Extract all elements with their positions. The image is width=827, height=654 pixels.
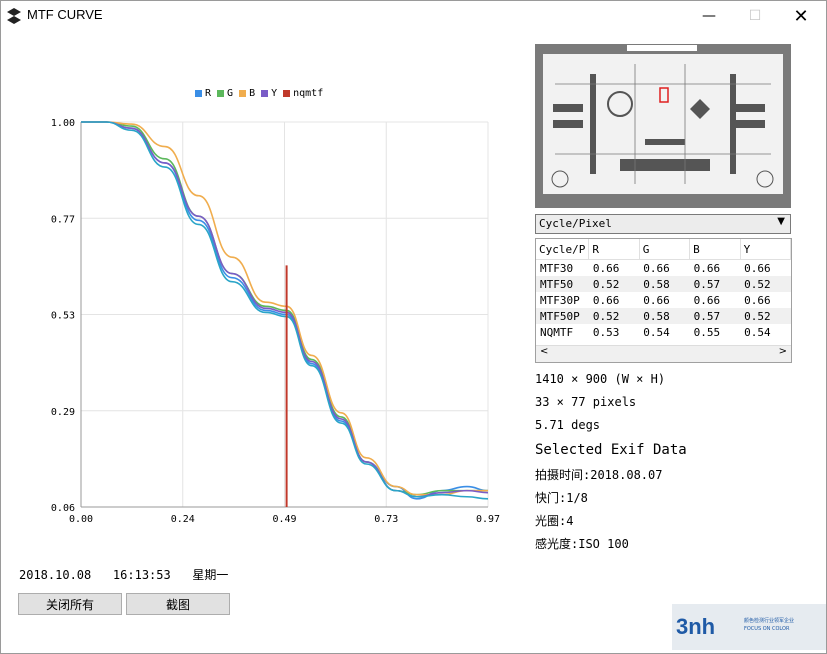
table-header-cell[interactable]: R [588, 239, 640, 260]
table-row[interactable]: MTF30P 0.66 0.66 0.66 0.66 [536, 292, 791, 308]
table-cell: MTF50 [536, 276, 589, 292]
table-header-row: Cycle/P R G B Y [536, 239, 791, 260]
x-tick-label: 0.49 [272, 514, 296, 525]
table-cell: 0.66 [693, 293, 721, 307]
table-cell: 0.66 [693, 261, 721, 275]
screenshot-button[interactable]: 截图 [126, 593, 230, 615]
table-cell: 0.54 [643, 325, 670, 339]
table-cell: 0.54 [744, 325, 771, 339]
mtf-chart: 0.00 0.24 0.49 0.73 0.97 1.00 0.77 0.53 0.29 0.06 [51, 118, 500, 525]
table-cell: 0.57 [689, 276, 741, 292]
logo-tagline: 颜色检测行业领军企业 [744, 618, 795, 624]
table-cell: 0.53 [592, 325, 620, 339]
table-cell: NQMTF [540, 325, 574, 339]
table-row[interactable]: MTF30 0.66 0.66 0.66 0.66 [536, 260, 791, 277]
exif-title: Selected Exif Data [535, 442, 687, 458]
table-header-cell[interactable]: Cycle/P [536, 239, 590, 260]
table-cell: 0.66 [744, 293, 771, 307]
table-header-cell[interactable]: B [689, 239, 741, 260]
y-tick-label: 0.53 [51, 311, 75, 322]
unit-select[interactable]: Cycle/Pixel ▼ [535, 214, 791, 234]
exif-aperture: 光圈:4 [535, 514, 574, 528]
table-cell: MTF50P [536, 308, 589, 324]
table-cell: 0.52 [588, 308, 640, 324]
mtf-table: Cycle/P R G B Y MTF30 0.66 0.66 0.66 0.66 MTF50 0.… [535, 238, 792, 363]
exif-iso: 感光度:ISO 100 [535, 537, 629, 551]
table-header-cell[interactable]: Y [740, 239, 791, 260]
y-tick-label: 0.29 [51, 407, 75, 418]
x-tick-label: 0.97 [476, 514, 500, 525]
table-cell: 0.66 [744, 261, 771, 275]
table-header-cell[interactable]: G [639, 239, 691, 260]
table-cell: 0.52 [588, 276, 640, 292]
window-title: MTF CURVE [27, 7, 103, 22]
table-row[interactable]: MTF50 0.52 0.58 0.57 0.52 [536, 276, 791, 292]
exif-shutter: 快门:1/8 [535, 491, 588, 505]
unit-select-value: Cycle/Pixel [539, 217, 612, 230]
logo-subtagline: FOCUS ON COLOR [744, 626, 790, 632]
exif-capture-time: 拍摄时间:2018.08.07 [535, 468, 663, 482]
x-tick-label: 0.73 [374, 514, 398, 525]
table-row[interactable]: MTF50P 0.52 0.58 0.57 0.52 [536, 308, 791, 324]
table-cell: 0.52 [740, 276, 791, 292]
brand-logo: 3nh 颜色检测行业领军企业 FOCUS ON COLOR [672, 604, 826, 650]
test-chart-thumbnail[interactable] [535, 44, 791, 208]
horizontal-scrollbar[interactable]: < > [536, 345, 791, 362]
maximize-button[interactable]: ☐ [732, 1, 778, 31]
table-cell: 0.66 [643, 261, 670, 275]
image-resolution: 1410 × 900 (W × H) [535, 372, 666, 386]
table-cell: MTF30 [540, 261, 574, 275]
table-cell: 0.52 [740, 308, 791, 324]
table-row[interactable]: NQMTF 0.53 0.54 0.55 0.54 [536, 324, 791, 340]
table-cell: 0.66 [592, 261, 620, 275]
datetime-readout: 2018.10.08 16:13:53 星期一 [19, 568, 229, 582]
y-tick-label: 1.00 [51, 118, 75, 129]
title-bar[interactable]: MTF CURVE — ☐ ✕ [1, 1, 826, 31]
y-tick-label: 0.06 [51, 503, 75, 514]
close-all-button[interactable]: 关闭所有 [18, 593, 122, 615]
mtf-window: MTF CURVE — ☐ ✕ R G B Ynqmtf 0.00 0.24 0.49 0.… [0, 0, 827, 654]
table-cell: 0.57 [689, 308, 741, 324]
table-cell: 0.66 [643, 293, 670, 307]
roi-size: 33 × 77 pixels [535, 395, 637, 409]
minimize-button[interactable]: — [686, 1, 732, 31]
table-cell: 0.55 [693, 325, 721, 339]
table-cell: 0.66 [592, 293, 620, 307]
table-cell: 0.58 [639, 276, 690, 292]
chevron-down-icon[interactable]: ▼ [777, 216, 785, 227]
scroll-right-icon[interactable]: > [779, 346, 787, 357]
logo-wordmark: 3nh [676, 614, 716, 639]
table-cell: 0.58 [639, 308, 690, 324]
app-logo-icon [7, 8, 21, 24]
edge-angle: 5.71 degs [535, 418, 601, 432]
table-cell: MTF30P [540, 293, 580, 307]
x-tick-label: 0.24 [171, 514, 195, 525]
y-tick-label: 0.77 [51, 214, 75, 225]
scroll-left-icon[interactable]: < [540, 346, 548, 357]
close-button[interactable]: ✕ [778, 1, 824, 31]
x-tick-label: 0.00 [69, 514, 93, 525]
